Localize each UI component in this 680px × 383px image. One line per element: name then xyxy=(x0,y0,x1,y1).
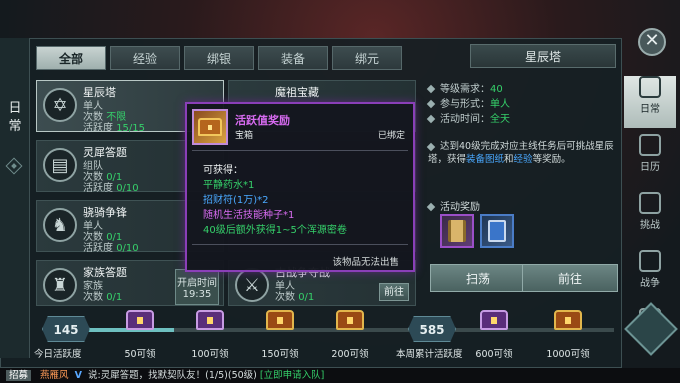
nav-challenge[interactable]: 挑战 xyxy=(624,192,676,244)
reward-line: 招财符(1万)*2 xyxy=(203,195,269,206)
book-reward-icon[interactable] xyxy=(480,214,514,248)
chest-label: 200可领 xyxy=(331,349,369,360)
reward-tooltip: 活跃值奖励 宝箱 已绑定 可获得： 平静药水*1 招财符(1万)*2 随机生活技… xyxy=(185,102,415,272)
hexagram-icon: ✡ xyxy=(43,88,77,122)
chat-bar[interactable]: 招募 燕雁风 V 说:灵犀答题，找默契队友！(1/5)(50级) [立即申请入队… xyxy=(0,368,680,383)
calendar-icon xyxy=(639,134,661,156)
detail-title: 星辰塔 xyxy=(470,44,616,68)
apply-team-link[interactable]: [立即申请入队] xyxy=(260,370,324,381)
diamond-ornament-icon xyxy=(5,157,23,175)
tab-equipment[interactable]: 装备 xyxy=(258,46,328,70)
chat-channel: 招募 xyxy=(6,370,32,381)
activity-progress: 145 今日活跃度 50可领 100可领 150可领 200可领 585 本周累… xyxy=(30,306,622,360)
chest-icon[interactable] xyxy=(552,310,584,338)
reward-line: 40级后额外获得1~5个浑源密卷 xyxy=(203,225,347,236)
tab-all[interactable]: 全部 xyxy=(36,46,106,70)
reward-line: 随机生活技能种子*1 xyxy=(203,210,295,221)
week-score-badge: 585 xyxy=(408,316,456,342)
activity-count: 次数 0/1 xyxy=(83,292,123,303)
week-score-label: 本周累计活跃度 xyxy=(396,349,463,360)
item-name: 活跃值奖励 xyxy=(235,114,290,127)
chest-icon[interactable] xyxy=(124,310,156,338)
open-time-box: 开启时间 19:35 xyxy=(175,269,219,305)
activity-count: 次数 0/1 xyxy=(275,292,315,303)
tab-bound-silver[interactable]: 绑银 xyxy=(184,46,254,70)
chest-label: 100可领 xyxy=(191,349,229,360)
category-tabs: 全部 经验 绑银 装备 绑元 xyxy=(36,46,402,70)
chest-label: 150可领 xyxy=(261,349,299,360)
sweep-button[interactable]: 扫荡 xyxy=(430,264,526,292)
chat-sender[interactable]: 燕雁风 xyxy=(40,370,69,381)
helmet-icon: ♜ xyxy=(43,268,77,302)
today-score-badge: 145 xyxy=(42,316,90,342)
activity-time: 活动时间：全天 xyxy=(426,110,510,125)
calendar-scroll-icon xyxy=(639,76,661,98)
weapon-icon: ⚔ xyxy=(235,268,269,302)
participation-form: 参与形式：单人 xyxy=(426,95,510,110)
chat-message: 说:灵犀答题，找默契队友！(1/5)(50级) xyxy=(87,370,257,381)
activity-score: 活跃度 0/10 xyxy=(83,243,139,254)
reward-line: 平静药水*1 xyxy=(203,180,255,191)
activity-score: 活跃度 15/15 xyxy=(83,123,146,134)
chest-icon[interactable] xyxy=(334,310,366,338)
today-score-label: 今日活跃度 xyxy=(34,349,82,360)
divider xyxy=(192,150,408,151)
nav-war[interactable]: 战争 xyxy=(624,250,676,302)
left-title-strip: 日常 xyxy=(0,38,30,358)
banner-icon xyxy=(639,250,661,272)
chest-icon[interactable] xyxy=(194,310,226,338)
tab-exp[interactable]: 经验 xyxy=(110,46,180,70)
scroll-reward-icon[interactable] xyxy=(440,214,474,248)
rewards-label: 活动奖励 xyxy=(426,198,480,213)
close-icon[interactable]: ✕ xyxy=(638,28,666,56)
activity-description: 达到40级完成对应主线任务后可挑战星辰塔，获得装备图纸和经验等奖励。 xyxy=(426,141,614,165)
activity-score: 活跃度 0/10 xyxy=(83,183,139,194)
go-button[interactable]: 前往 xyxy=(379,283,409,301)
treasure-chest-icon xyxy=(192,109,228,145)
chest-label: 600可领 xyxy=(475,349,513,360)
chest-label: 1000可领 xyxy=(546,349,590,360)
nav-daily[interactable]: 日常 xyxy=(624,76,676,128)
swords-icon xyxy=(639,192,661,214)
level-requirement: 等级需求：40 xyxy=(426,80,503,95)
item-type: 宝箱 xyxy=(235,131,254,141)
nav-calendar[interactable]: 日历 xyxy=(624,134,676,186)
go-button[interactable]: 前往 xyxy=(522,264,618,292)
panel-title: 日常 xyxy=(8,101,22,134)
chest-icon[interactable] xyxy=(264,310,296,338)
horse-icon: ♞ xyxy=(43,208,77,242)
chest-icon[interactable] xyxy=(478,310,510,338)
tab-bound-yuan[interactable]: 绑元 xyxy=(332,46,402,70)
item-bound: 已绑定 xyxy=(377,131,405,141)
divider xyxy=(192,244,408,245)
obtain-label: 可获得： xyxy=(203,165,243,176)
chest-label: 50可领 xyxy=(124,349,156,360)
vip-icon: V xyxy=(74,370,82,381)
activity-title: 魔祖宝藏 xyxy=(275,86,319,99)
book-icon: ▤ xyxy=(43,148,77,182)
no-sell-note: 该物品无法出售 xyxy=(332,257,399,268)
